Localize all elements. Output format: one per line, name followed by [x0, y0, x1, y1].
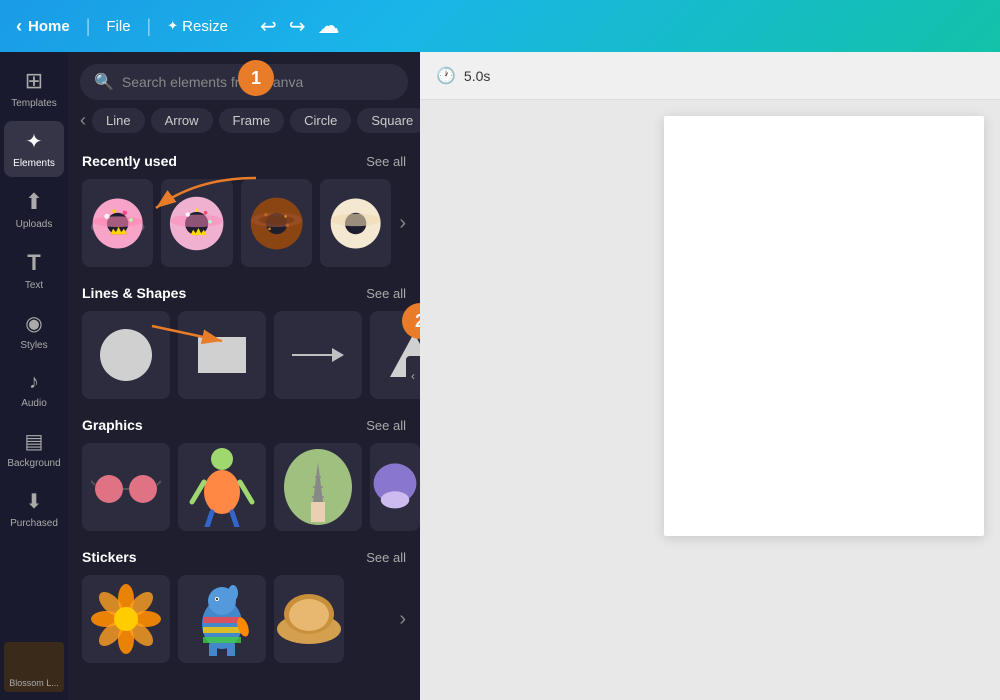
icon-sidebar: ⊞ Templates ✦ Elements ⬆ Uploads T Text … [0, 52, 68, 700]
sidebar-item-label: Purchased [10, 518, 58, 529]
sidebar-item-label: Elements [13, 158, 55, 169]
background-icon: ▤ [25, 429, 44, 454]
graphics-title: Graphics [82, 417, 143, 433]
sidebar-item-label: Background [7, 458, 60, 469]
donut-item-2[interactable] [161, 179, 232, 267]
sidebar-item-audio[interactable]: ♪ Audio [4, 363, 64, 417]
lines-shapes-items: › [82, 311, 406, 399]
sticker-taco[interactable] [274, 575, 344, 663]
audio-icon: ♪ [29, 371, 39, 394]
sidebar-item-text[interactable]: T Text [4, 242, 64, 299]
recently-used-section: Recently used See all [68, 141, 420, 273]
sidebar-item-label: Styles [20, 340, 47, 351]
text-icon: T [27, 250, 40, 276]
graphics-section: Graphics See all [68, 405, 420, 537]
graphics-header: Graphics See all [82, 417, 406, 433]
chips-scroll-left[interactable]: ‹ [80, 110, 86, 131]
lines-shapes-section: Lines & Shapes See all [68, 273, 420, 405]
circle-shape-item[interactable] [82, 311, 170, 399]
sidebar-item-templates[interactable]: ⊞ Templates [4, 60, 64, 117]
panel-scroll[interactable]: Recently used See all [68, 141, 420, 700]
main-content: ⊞ Templates ✦ Elements ⬆ Uploads T Text … [0, 52, 1000, 700]
recently-used-see-all[interactable]: See all [366, 154, 406, 169]
sidebar-item-label: Audio [21, 398, 47, 409]
search-icon: 🔍 [94, 72, 114, 92]
undo-button[interactable]: ↩ [260, 14, 277, 39]
chip-frame[interactable]: Frame [219, 108, 285, 133]
sidebar-item-styles[interactable]: ◉ Styles [4, 303, 64, 359]
chevron-left-icon: ‹ [16, 16, 22, 37]
elements-panel: 1 🔍 ‹ Line Arrow Frame Circle [68, 52, 420, 700]
blossom-thumbnail[interactable]: Blossom L... [4, 642, 64, 692]
sidebar-item-uploads[interactable]: ⬆ Uploads [4, 181, 64, 238]
uploads-icon: ⬆ [25, 189, 43, 215]
donut-item-1[interactable] [82, 179, 153, 267]
purchased-icon: ⬇ [26, 489, 43, 514]
elements-icon: ✦ [26, 129, 43, 154]
arrow-shape-item[interactable] [274, 311, 362, 399]
graphic-person[interactable] [178, 443, 266, 531]
chip-arrow[interactable]: Arrow [151, 108, 213, 133]
sidebar-item-background[interactable]: ▤ Background [4, 421, 64, 477]
separator: | [86, 16, 91, 37]
recently-used-items: › [82, 179, 406, 267]
clock-icon: 🕐 [436, 66, 456, 86]
canvas-area: 🕐 5.0s [420, 52, 1000, 700]
redo-button[interactable]: ↪ [289, 14, 306, 39]
rectangle-shape-item[interactable] [178, 311, 266, 399]
sticker-pinata[interactable] [178, 575, 266, 663]
panel-collapse-handle[interactable]: ‹ [406, 356, 420, 396]
sidebar-item-elements[interactable]: ✦ Elements [4, 121, 64, 177]
lines-shapes-header: Lines & Shapes See all [82, 285, 406, 301]
sidebar-item-label: Templates [11, 98, 57, 109]
resize-icon: ✦ [167, 18, 178, 34]
stickers-title: Stickers [82, 549, 136, 565]
chip-line[interactable]: Line [92, 108, 145, 133]
styles-icon: ◉ [25, 311, 42, 336]
lines-shapes-see-all[interactable]: See all [366, 286, 406, 301]
chip-circle[interactable]: Circle [290, 108, 351, 133]
sidebar-item-label: Uploads [16, 219, 53, 230]
templates-icon: ⊞ [25, 68, 43, 94]
stickers-see-all[interactable]: See all [366, 550, 406, 565]
canvas-document [664, 116, 984, 536]
lines-shapes-title: Lines & Shapes [82, 285, 186, 301]
graphic-mushroom[interactable] [370, 443, 420, 531]
sidebar-item-purchased[interactable]: ⬇ Purchased [4, 481, 64, 537]
chip-square[interactable]: Square [357, 108, 420, 133]
undo-redo-actions: ↩ ↪ ☁ [260, 13, 340, 39]
graphics-items: › [82, 443, 406, 531]
duration-label: 5.0s [464, 68, 490, 84]
graphic-paris[interactable] [274, 443, 362, 531]
filter-chips: ‹ Line Arrow Frame Circle Square › [68, 108, 420, 141]
canvas-body [420, 100, 1000, 700]
file-menu[interactable]: File [106, 18, 130, 35]
recently-used-title: Recently used [82, 153, 177, 169]
donut-item-3[interactable] [241, 179, 312, 267]
home-button[interactable]: ‹ Home [16, 16, 70, 37]
sidebar-item-label: Text [25, 280, 43, 291]
topbar: ‹ Home | File | ✦ Resize ↩ ↪ ☁ [0, 0, 1000, 52]
home-label: Home [28, 18, 70, 35]
recently-used-header: Recently used See all [82, 153, 406, 169]
resize-button[interactable]: ✦ Resize [167, 18, 228, 35]
stickers-items: › [82, 575, 406, 663]
stickers-scroll-right[interactable]: › [399, 608, 406, 631]
recently-used-scroll-right[interactable]: › [399, 212, 406, 235]
sticker-flower[interactable] [82, 575, 170, 663]
donut-item-4[interactable] [320, 179, 391, 267]
callout-1-badge: 1 [238, 60, 274, 96]
separator2: | [147, 16, 152, 37]
canvas-topbar: 🕐 5.0s [420, 52, 1000, 100]
cloud-save-button[interactable]: ☁ [318, 13, 340, 39]
stickers-section: Stickers See all [68, 537, 420, 669]
graphic-sunglasses[interactable] [82, 443, 170, 531]
graphics-see-all[interactable]: See all [366, 418, 406, 433]
stickers-header: Stickers See all [82, 549, 406, 565]
